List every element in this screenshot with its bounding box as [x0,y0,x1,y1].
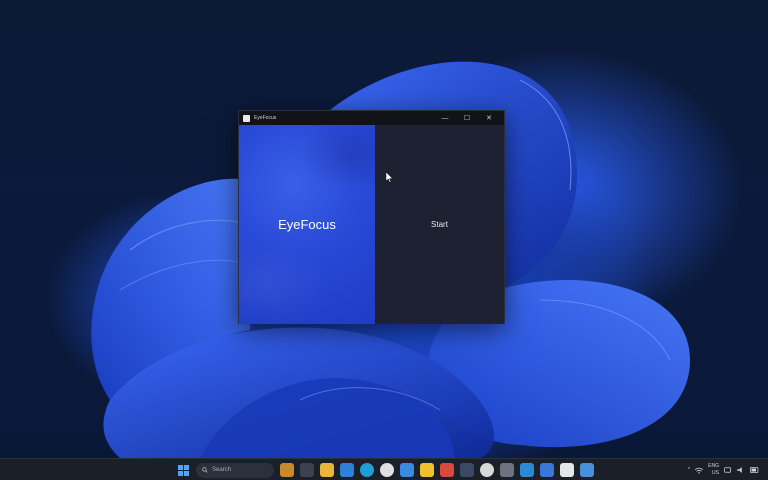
window-title: EyeFocus [254,115,277,121]
notes-icon[interactable] [440,463,454,477]
search-icon [202,467,208,473]
widgets-icon[interactable] [280,463,294,477]
minimize-button[interactable]: — [434,111,456,125]
task-view-icon[interactable] [300,463,314,477]
action-panel: Start [375,125,504,324]
taskbar: Search ^ ENG US [0,458,768,480]
search-placeholder: Search [212,467,232,473]
file-explorer-icon[interactable] [320,463,334,477]
window-titlebar[interactable]: EyeFocus — ☐ ✕ [239,111,504,125]
start-button[interactable]: Start [421,216,458,233]
settings-icon[interactable] [500,463,514,477]
mail-icon[interactable] [400,463,414,477]
app-icon-3[interactable] [580,463,594,477]
volume-icon[interactable] [737,467,745,473]
hero-title: EyeFocus [278,217,336,232]
store-icon[interactable] [340,463,354,477]
app-icon-2[interactable] [560,463,574,477]
terminal-icon[interactable] [460,463,474,477]
calculator-icon[interactable] [540,463,554,477]
close-button[interactable]: ✕ [478,111,500,125]
windows-start-icon[interactable] [176,463,190,477]
battery-icon[interactable] [750,467,759,473]
maximize-button[interactable]: ☐ [456,111,478,125]
network-icon[interactable] [724,467,732,473]
window-body: EyeFocus Start [239,125,504,324]
chrome-icon[interactable] [380,463,394,477]
vscode-icon[interactable] [520,463,534,477]
eyefocus-window: EyeFocus — ☐ ✕ EyeFocus Start [238,110,505,324]
github-icon[interactable] [480,463,494,477]
taskbar-pinned: Search [176,459,594,480]
wifi-icon[interactable] [695,467,704,474]
app-icon [243,114,250,122]
photos-icon[interactable] [420,463,434,477]
tray-overflow-icon[interactable]: ^ [688,467,690,473]
edge-icon[interactable] [360,463,374,477]
taskbar-search[interactable]: Search [196,462,274,478]
system-tray: ^ ENG US [688,459,764,480]
language-indicator[interactable]: ENG US [708,463,719,477]
lang-top: ENG [708,463,719,469]
lang-bottom: US [712,470,719,476]
mouse-cursor-icon [386,172,394,183]
hero-panel: EyeFocus [239,125,375,324]
